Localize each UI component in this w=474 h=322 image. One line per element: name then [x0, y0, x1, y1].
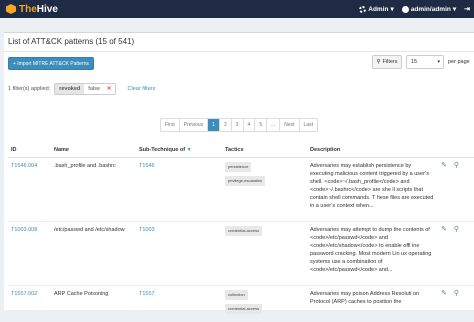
chevron-down-icon: ▾ — [391, 5, 394, 13]
pagination: First Previous 1 2 3 4 5 ... Next Last — [160, 118, 318, 132]
page-size-select[interactable]: 15 ▾ — [406, 55, 444, 69]
parent-technique-link[interactable]: T1003 — [139, 227, 155, 233]
pager-last[interactable]: Last — [300, 119, 317, 131]
signout-icon[interactable]: ⇥ — [464, 5, 470, 13]
hive-logo-icon — [6, 4, 16, 14]
user-icon — [402, 6, 409, 13]
user-menu[interactable]: admin/admin ▾ — [402, 5, 456, 13]
brand-the: The — [19, 4, 37, 15]
admin-label: Admin — [368, 6, 388, 13]
pattern-description: Adversaries may poison Address Resoluti … — [307, 286, 438, 322]
table-row[interactable]: T1003.008 /etc/passwd and /etc/shadow T1… — [8, 222, 474, 286]
filter-chip: revoked false ✕ — [54, 83, 115, 95]
search-icon[interactable]: ⚲ — [454, 226, 459, 234]
pager-ellipsis[interactable]: ... — [267, 119, 280, 131]
applied-filters-label: 1 filter(s) applied: — [8, 86, 50, 92]
table-header-row: ID Name Sub-Technique of ▼ Tactics Descr… — [8, 143, 474, 158]
column-header-sub-technique[interactable]: Sub-Technique of ▼ — [136, 143, 222, 158]
edit-icon[interactable]: ✎ — [441, 162, 447, 170]
search-icon[interactable]: ⚲ — [454, 162, 459, 170]
pattern-description: Adversaries may attempt to dump the cont… — [307, 222, 438, 286]
pattern-id-link[interactable]: T1003.008 — [11, 227, 37, 233]
divider — [4, 51, 474, 52]
filter-chip-value: false — [84, 84, 104, 94]
filters-button[interactable]: ⚲ Filters — [372, 55, 402, 69]
tactic-tag: credential-access — [225, 226, 262, 236]
per-page-label: per page — [448, 59, 470, 65]
chevron-down-icon: ▾ — [453, 5, 456, 13]
parent-technique-link[interactable]: T1546 — [139, 163, 155, 169]
pager-page[interactable]: 2 — [220, 119, 232, 131]
parent-technique-link[interactable]: T1557 — [139, 291, 155, 297]
column-header-actions — [438, 143, 474, 158]
user-label: admin/admin — [411, 6, 451, 13]
chevron-down-icon: ▾ — [437, 59, 440, 65]
admin-menu[interactable]: Admin ▾ — [359, 5, 394, 13]
edit-icon[interactable]: ✎ — [441, 226, 447, 234]
tactic-tag: collection — [225, 290, 248, 300]
filter-chip-key: revoked — [55, 84, 84, 94]
pattern-id-link[interactable]: T1546.004 — [11, 163, 37, 169]
tactic-tag: credential-access — [225, 304, 262, 314]
tactic-tag: privilege-escalation — [225, 176, 265, 186]
pager-first[interactable]: First — [161, 119, 180, 131]
page-title: List of ATT&CK patterns (15 of 541) — [8, 37, 134, 46]
search-icon[interactable]: ⚲ — [454, 290, 459, 298]
pattern-description: Adversaries may establish persistence by… — [307, 158, 438, 222]
pattern-name: .bash_profile and .bashrc — [51, 158, 136, 222]
table-row[interactable]: T1557.002 ARP Cache Poisoning T1557 coll… — [8, 286, 474, 322]
pager-page[interactable]: 1 — [208, 119, 220, 131]
column-header-description[interactable]: Description — [307, 143, 438, 158]
top-navbar: TheHive Admin ▾ admin/admin ▾ ⇥ — [0, 0, 474, 18]
pager-previous[interactable]: Previous — [180, 119, 208, 131]
brand-hive: Hive — [37, 4, 58, 15]
remove-filter-icon[interactable]: ✕ — [104, 84, 115, 94]
pattern-name: ARP Cache Poisoning — [51, 286, 136, 322]
attack-patterns-table: ID Name Sub-Technique of ▼ Tactics Descr… — [8, 143, 474, 322]
edit-icon[interactable]: ✎ — [441, 290, 447, 298]
pattern-name: /etc/passwd and /etc/shadow — [51, 222, 136, 286]
pager-next[interactable]: Next — [280, 119, 299, 131]
sub-technique-header-label: Sub-Technique of — [139, 147, 185, 153]
filter-icon[interactable]: ▼ — [187, 147, 192, 153]
table-row[interactable]: T1546.004 .bash_profile and .bashrc T154… — [8, 158, 474, 222]
import-attack-patterns-button[interactable]: + Import MITRE ATT&CK Patterns — [8, 57, 94, 70]
column-header-name[interactable]: Name — [51, 143, 136, 158]
filters-label: Filters — [383, 59, 398, 65]
gear-icon — [359, 6, 366, 13]
tactic-tag: persistence — [225, 162, 251, 172]
column-header-tactics[interactable]: Tactics — [222, 143, 307, 158]
pager-page[interactable]: 4 — [244, 119, 256, 131]
attack-patterns-panel: List of ATT&CK patterns (15 of 541) + Im… — [4, 32, 474, 310]
page-size-value: 15 — [411, 59, 417, 65]
pager-page[interactable]: 3 — [232, 119, 244, 131]
column-header-id[interactable]: ID — [8, 143, 51, 158]
search-icon: ⚲ — [376, 59, 380, 65]
app-logo[interactable]: TheHive — [0, 4, 58, 15]
applied-filters: 1 filter(s) applied: revoked false ✕ Cle… — [8, 83, 155, 95]
pattern-id-link[interactable]: T1557.002 — [11, 291, 37, 297]
pager-page[interactable]: 5 — [255, 119, 267, 131]
clear-filters-link[interactable]: Clear filters — [128, 86, 156, 92]
